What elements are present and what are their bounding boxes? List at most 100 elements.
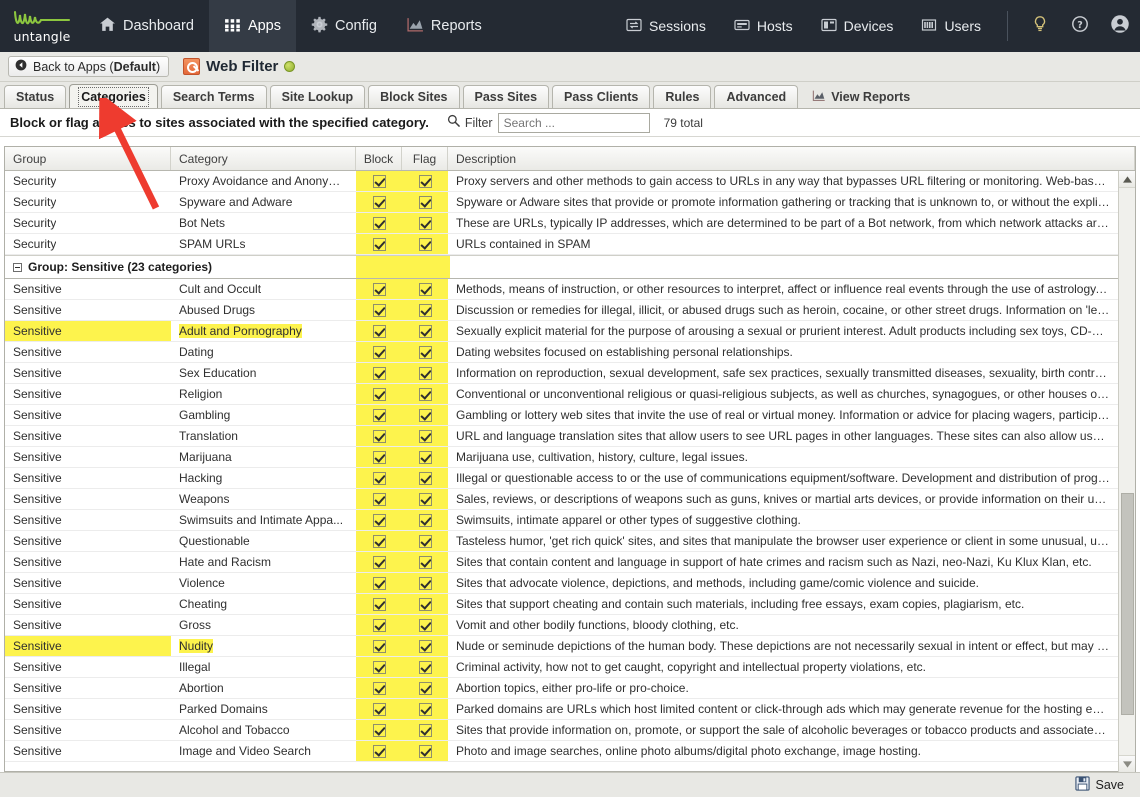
flag-checkbox[interactable] (419, 682, 432, 695)
cell-block[interactable] (356, 468, 402, 488)
tab-pass-sites[interactable]: Pass Sites (463, 85, 550, 108)
table-row[interactable]: SensitiveNudityNude or seminude depictio… (5, 636, 1118, 657)
back-to-apps-button[interactable]: Back to Apps (Default) (8, 56, 169, 77)
table-row[interactable]: SensitiveCheatingSites that support chea… (5, 594, 1118, 615)
block-checkbox[interactable] (373, 175, 386, 188)
cell-flag[interactable] (402, 552, 448, 572)
table-row[interactable]: SensitiveGrossVomit and other bodily fun… (5, 615, 1118, 636)
flag-checkbox[interactable] (419, 388, 432, 401)
table-row[interactable]: SensitiveViolenceSites that advocate vio… (5, 573, 1118, 594)
nav-item-users[interactable]: Users (907, 0, 995, 52)
table-row[interactable]: SensitiveAbortionAbortion topics, either… (5, 678, 1118, 699)
flag-checkbox[interactable] (419, 175, 432, 188)
cell-block[interactable] (356, 720, 402, 740)
cell-flag[interactable] (402, 489, 448, 509)
cell-flag[interactable] (402, 192, 448, 212)
brand-logo[interactable]: untangle (0, 0, 84, 52)
cell-block[interactable] (356, 489, 402, 509)
cell-block[interactable] (356, 300, 402, 320)
flag-checkbox[interactable] (419, 493, 432, 506)
help-button[interactable]: ? (1060, 0, 1100, 52)
table-row[interactable]: SensitiveAbused DrugsDiscussion or remed… (5, 300, 1118, 321)
cell-flag[interactable] (402, 342, 448, 362)
nav-item-hosts[interactable]: Hosts (720, 0, 807, 52)
block-checkbox[interactable] (373, 388, 386, 401)
cell-block[interactable] (356, 510, 402, 530)
collapse-toggle-icon[interactable] (13, 263, 22, 272)
flag-checkbox[interactable] (419, 556, 432, 569)
cell-flag[interactable] (402, 720, 448, 740)
table-row[interactable]: SensitiveReligionConventional or unconve… (5, 384, 1118, 405)
block-checkbox[interactable] (373, 724, 386, 737)
save-button[interactable]: Save (1075, 776, 1125, 794)
block-checkbox[interactable] (373, 535, 386, 548)
nav-item-sessions[interactable]: Sessions (612, 0, 720, 52)
cell-flag[interactable] (402, 657, 448, 677)
cell-flag[interactable] (402, 699, 448, 719)
flag-checkbox[interactable] (419, 367, 432, 380)
block-checkbox[interactable] (373, 238, 386, 251)
cell-block[interactable] (356, 342, 402, 362)
cell-block[interactable] (356, 657, 402, 677)
flag-checkbox[interactable] (419, 640, 432, 653)
block-checkbox[interactable] (373, 493, 386, 506)
table-row[interactable]: SensitiveHackingIllegal or questionable … (5, 468, 1118, 489)
block-checkbox[interactable] (373, 217, 386, 230)
table-row[interactable]: SensitiveIllegalCriminal activity, how n… (5, 657, 1118, 678)
cell-flag[interactable] (402, 405, 448, 425)
cell-block[interactable] (356, 279, 402, 299)
tab-status[interactable]: Status (4, 85, 66, 108)
block-checkbox[interactable] (373, 346, 386, 359)
block-checkbox[interactable] (373, 325, 386, 338)
table-row[interactable]: SensitiveParked DomainsParked domains ar… (5, 699, 1118, 720)
block-checkbox[interactable] (373, 619, 386, 632)
cell-block[interactable] (356, 234, 402, 254)
column-header-block[interactable]: Block (356, 147, 402, 170)
cell-flag[interactable] (402, 171, 448, 191)
cell-flag[interactable] (402, 741, 448, 761)
flag-checkbox[interactable] (419, 238, 432, 251)
cell-block[interactable] (356, 531, 402, 551)
block-checkbox[interactable] (373, 196, 386, 209)
block-checkbox[interactable] (373, 451, 386, 464)
cell-flag[interactable] (402, 615, 448, 635)
column-header-category[interactable]: Category (171, 147, 356, 170)
block-checkbox[interactable] (373, 703, 386, 716)
cell-block[interactable] (356, 384, 402, 404)
table-row[interactable]: SensitiveTranslationURL and language tra… (5, 426, 1118, 447)
table-row[interactable]: SensitiveSex EducationInformation on rep… (5, 363, 1118, 384)
flag-checkbox[interactable] (419, 430, 432, 443)
block-checkbox[interactable] (373, 577, 386, 590)
flag-checkbox[interactable] (419, 724, 432, 737)
tab-block-sites[interactable]: Block Sites (368, 85, 459, 108)
tab-advanced[interactable]: Advanced (714, 85, 798, 108)
cell-block[interactable] (356, 321, 402, 341)
table-row[interactable]: SensitiveSwimsuits and Intimate Appa...S… (5, 510, 1118, 531)
cell-block[interactable] (356, 171, 402, 191)
cell-block[interactable] (356, 678, 402, 698)
cell-block[interactable] (356, 615, 402, 635)
flag-checkbox[interactable] (419, 619, 432, 632)
flag-checkbox[interactable] (419, 409, 432, 422)
block-checkbox[interactable] (373, 409, 386, 422)
table-row[interactable]: SensitiveDatingDating websites focused o… (5, 342, 1118, 363)
table-row[interactable]: SensitiveMarijuanaMarijuana use, cultiva… (5, 447, 1118, 468)
cell-block[interactable] (356, 594, 402, 614)
flag-checkbox[interactable] (419, 217, 432, 230)
nav-item-devices[interactable]: Devices (807, 0, 908, 52)
block-checkbox[interactable] (373, 283, 386, 296)
column-header-group[interactable]: Group (5, 147, 171, 170)
table-row[interactable]: SensitiveAdult and PornographySexually e… (5, 321, 1118, 342)
cell-flag[interactable] (402, 384, 448, 404)
table-row[interactable]: SensitiveAlcohol and TobaccoSites that p… (5, 720, 1118, 741)
block-checkbox[interactable] (373, 598, 386, 611)
cell-flag[interactable] (402, 279, 448, 299)
flag-checkbox[interactable] (419, 703, 432, 716)
cell-flag[interactable] (402, 468, 448, 488)
cell-flag[interactable] (402, 426, 448, 446)
cell-flag[interactable] (402, 300, 448, 320)
vertical-scrollbar[interactable] (1118, 171, 1135, 772)
tab-categories[interactable]: Categories (69, 84, 158, 108)
flag-checkbox[interactable] (419, 196, 432, 209)
column-header-flag[interactable]: Flag (402, 147, 448, 170)
